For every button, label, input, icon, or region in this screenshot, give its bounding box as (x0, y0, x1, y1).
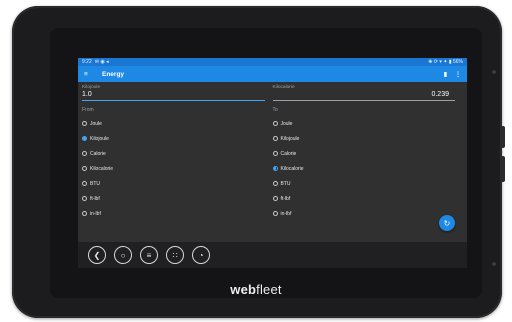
from-unit-group: From Joule Kilojoule Calorie Kilocalorie BTU… (82, 101, 273, 221)
radio-button-icon[interactable] (272, 166, 278, 171)
from-option-kilojoule[interactable]: Kilojoule (82, 131, 273, 146)
to-option-ft-lbf[interactable]: ft-lbf (272, 191, 464, 206)
radio-button-icon[interactable] (82, 151, 87, 156)
menu-button[interactable]: ≡ (140, 246, 158, 264)
to-option-calorie[interactable]: Calorie (272, 146, 464, 161)
hamburger-menu-icon[interactable]: ≡ (84, 71, 92, 78)
from-option-calorie[interactable]: Calorie (82, 146, 273, 161)
radio-button-icon[interactable] (272, 196, 278, 201)
from-option-joule[interactable]: Joule (82, 116, 273, 131)
brand-logo: webfleet (0, 282, 512, 297)
app-bar: ≡ Energy ▮ ⋮ (78, 66, 467, 82)
from-option-kilocalorie[interactable]: Kilocalorie (82, 161, 273, 176)
to-label: To (272, 107, 278, 113)
to-option-btu[interactable]: BTU (272, 176, 464, 191)
radio-button-icon[interactable] (272, 121, 278, 126)
to-unit-group: To Joule Kilojoule Calorie Kilocalorie BTU ft… (272, 101, 464, 221)
from-option-in-lbf[interactable]: in-lbf (82, 206, 273, 221)
app-screen: 9:22 ✉ ◉ ◂ ❀ ⟳ ▾ ✦ ▮ 56% ≡ Energy ▮ ⋮ Ki… (78, 58, 467, 268)
home-button[interactable]: ○ (114, 246, 132, 264)
radio-button-icon[interactable] (82, 211, 87, 216)
from-label: From (82, 107, 94, 113)
navigation-bar: ❮ ○ ≡ ∷ ◔ (78, 242, 467, 268)
radio-label: in-lbf (280, 210, 292, 217)
status-bar: 9:22 ✉ ◉ ◂ ❀ ⟳ ▾ ✦ ▮ 56% (78, 58, 467, 66)
radio-button-icon[interactable] (82, 196, 87, 201)
radio-label: BTU (280, 180, 291, 187)
radio-label: Kilojoule (90, 135, 109, 142)
page-title: Energy (102, 70, 125, 78)
to-option-joule[interactable]: Joule (272, 116, 464, 131)
to-option-kilocalorie[interactable]: Kilocalorie (272, 161, 464, 176)
brand-logo-part2: fleet (256, 282, 282, 297)
sensor-dot (492, 70, 496, 74)
radio-label: Kilojoule (280, 135, 300, 142)
swap-units-button[interactable]: ↻ (439, 215, 455, 231)
radio-button-icon[interactable] (82, 121, 87, 126)
radio-button-icon[interactable] (272, 151, 278, 156)
side-button (500, 126, 505, 148)
radio-label: Joule (90, 120, 102, 127)
radio-label: Calorie (280, 150, 297, 157)
radio-button-icon[interactable] (272, 181, 278, 186)
radio-button-icon[interactable] (82, 166, 87, 171)
to-radio-list: Joule Kilojoule Calorie Kilocalorie BTU ft-lb… (272, 116, 464, 221)
radio-button-icon[interactable] (82, 136, 87, 141)
to-option-in-lbf[interactable]: in-lbf (272, 206, 464, 221)
side-button (500, 156, 505, 182)
radio-label: in-lbf (90, 210, 101, 217)
back-button[interactable]: ❮ (88, 246, 106, 264)
system-icons: ❀ ⟳ ▾ ✦ ▮ 56% (428, 59, 463, 65)
clipboard-icon[interactable]: ▮ (444, 71, 447, 78)
radio-label: Calorie (90, 150, 106, 157)
radio-label: ft-lbf (280, 195, 291, 202)
to-option-kilojoule[interactable]: Kilojoule (272, 131, 464, 146)
converter-content: Kilojoule 1.0 Kilocalorie 0.239 From Jou… (78, 82, 467, 221)
brand-logo-part1: web (230, 282, 257, 297)
input-value-field[interactable]: 1.0 (82, 90, 273, 100)
overflow-menu-icon[interactable]: ⋮ (455, 71, 461, 78)
radio-button-icon[interactable] (272, 211, 278, 216)
radio-label: ft-lbf (90, 195, 100, 202)
sensor-dot (492, 262, 496, 266)
radio-label: Joule (280, 120, 293, 127)
notification-icons: ✉ ◉ ◂ (94, 59, 109, 65)
radio-button-icon[interactable] (82, 181, 87, 186)
radio-label: Kilocalorie (90, 165, 114, 172)
apps-grid-button[interactable]: ∷ (166, 246, 184, 264)
radio-label: Kilocalorie (280, 165, 304, 172)
from-option-ft-lbf[interactable]: ft-lbf (82, 191, 273, 206)
from-option-btu[interactable]: BTU (82, 176, 273, 191)
globe-button[interactable]: ◔ (192, 246, 210, 264)
output-column: Kilocalorie 0.239 (272, 82, 464, 101)
status-time: 9:22 (82, 59, 92, 65)
radio-button-icon[interactable] (272, 136, 278, 141)
from-radio-list: Joule Kilojoule Calorie Kilocalorie BTU ft-lb… (82, 116, 273, 221)
radio-label: BTU (90, 180, 100, 187)
input-column: Kilojoule 1.0 (82, 82, 273, 101)
output-value-field: 0.239 (431, 91, 449, 98)
